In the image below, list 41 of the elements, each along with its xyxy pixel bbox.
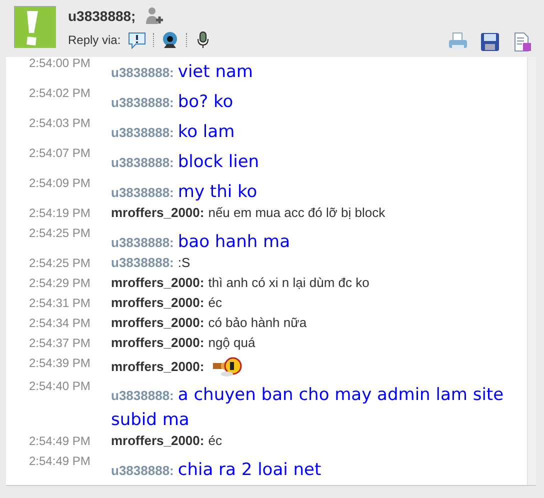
message-time: 2:54:29 PM: [28, 275, 92, 291]
message-time: 2:54:34 PM: [28, 315, 92, 331]
username: u3838888;: [68, 8, 136, 24]
avatar-icon: [14, 6, 56, 48]
chat-message: u3838888: ko lam: [111, 121, 236, 144]
message-time: 2:54:02 PM: [28, 85, 92, 101]
chat-message: u3838888: viet nam: [111, 61, 254, 84]
chat-message: u3838888: bo? ko: [111, 91, 234, 114]
message-time: 2:54:31 PM: [28, 295, 92, 311]
message-time: 2:54:40 PM: [28, 378, 92, 394]
chat-message: mroffers_2000: éc: [111, 295, 223, 311]
message-time: 2:54:00 PM: [28, 57, 92, 71]
message-time: 2:54:19 PM: [28, 205, 92, 221]
message-time: 2:54:37 PM: [28, 335, 92, 351]
message-icon[interactable]: [126, 30, 147, 50]
message-time: 2:54:25 PM: [28, 255, 92, 271]
chat-message: u3838888: :S: [111, 255, 192, 271]
message-time: 2:54:09 PM: [28, 175, 92, 191]
chat-message: mroffers_2000: có bảo hành nữa: [111, 315, 308, 331]
chat-message: mroffers_2000: thì anh có xi n lại dùm đc ko: [111, 275, 370, 291]
chat-message: mroffers_2000: ngộ quá: [111, 335, 256, 351]
add-contact-icon[interactable]: [144, 6, 164, 26]
save-icon[interactable]: [480, 32, 500, 52]
message-time: 2:54:39 PM: [28, 355, 92, 371]
message-time: 2:54:49 PM: [28, 433, 92, 449]
message-time: 2:54:07 PM: [28, 145, 92, 161]
chat-message: mroffers_2000: nếu em mua acc đó lỡ bị block: [111, 205, 386, 221]
chat-message: u3838888: my thi ko: [111, 181, 258, 204]
delete-document-icon[interactable]: [512, 32, 532, 52]
chat-message: mroffers_2000: éc: [111, 433, 223, 449]
message-time: 2:54:49 PM: [28, 453, 92, 469]
chat-message: u3838888: bao hanh ma: [111, 231, 292, 254]
reply-via-label: Reply via:: [68, 33, 121, 47]
message-time: 2:54:25 PM: [28, 225, 92, 241]
chat-message: u3838888: chia ra 2 loai net: [111, 459, 322, 482]
sender-name: mroffers_2000:: [111, 359, 204, 374]
message-time: 2:54:03 PM: [28, 115, 92, 131]
chat-message: u3838888: block lien: [111, 151, 260, 174]
chat-message: u3838888: a chuyen ban cho may admin lam site subid ma: [111, 384, 505, 432]
scrollbar[interactable]: [527, 57, 536, 485]
emoticon-icon: [212, 357, 242, 377]
